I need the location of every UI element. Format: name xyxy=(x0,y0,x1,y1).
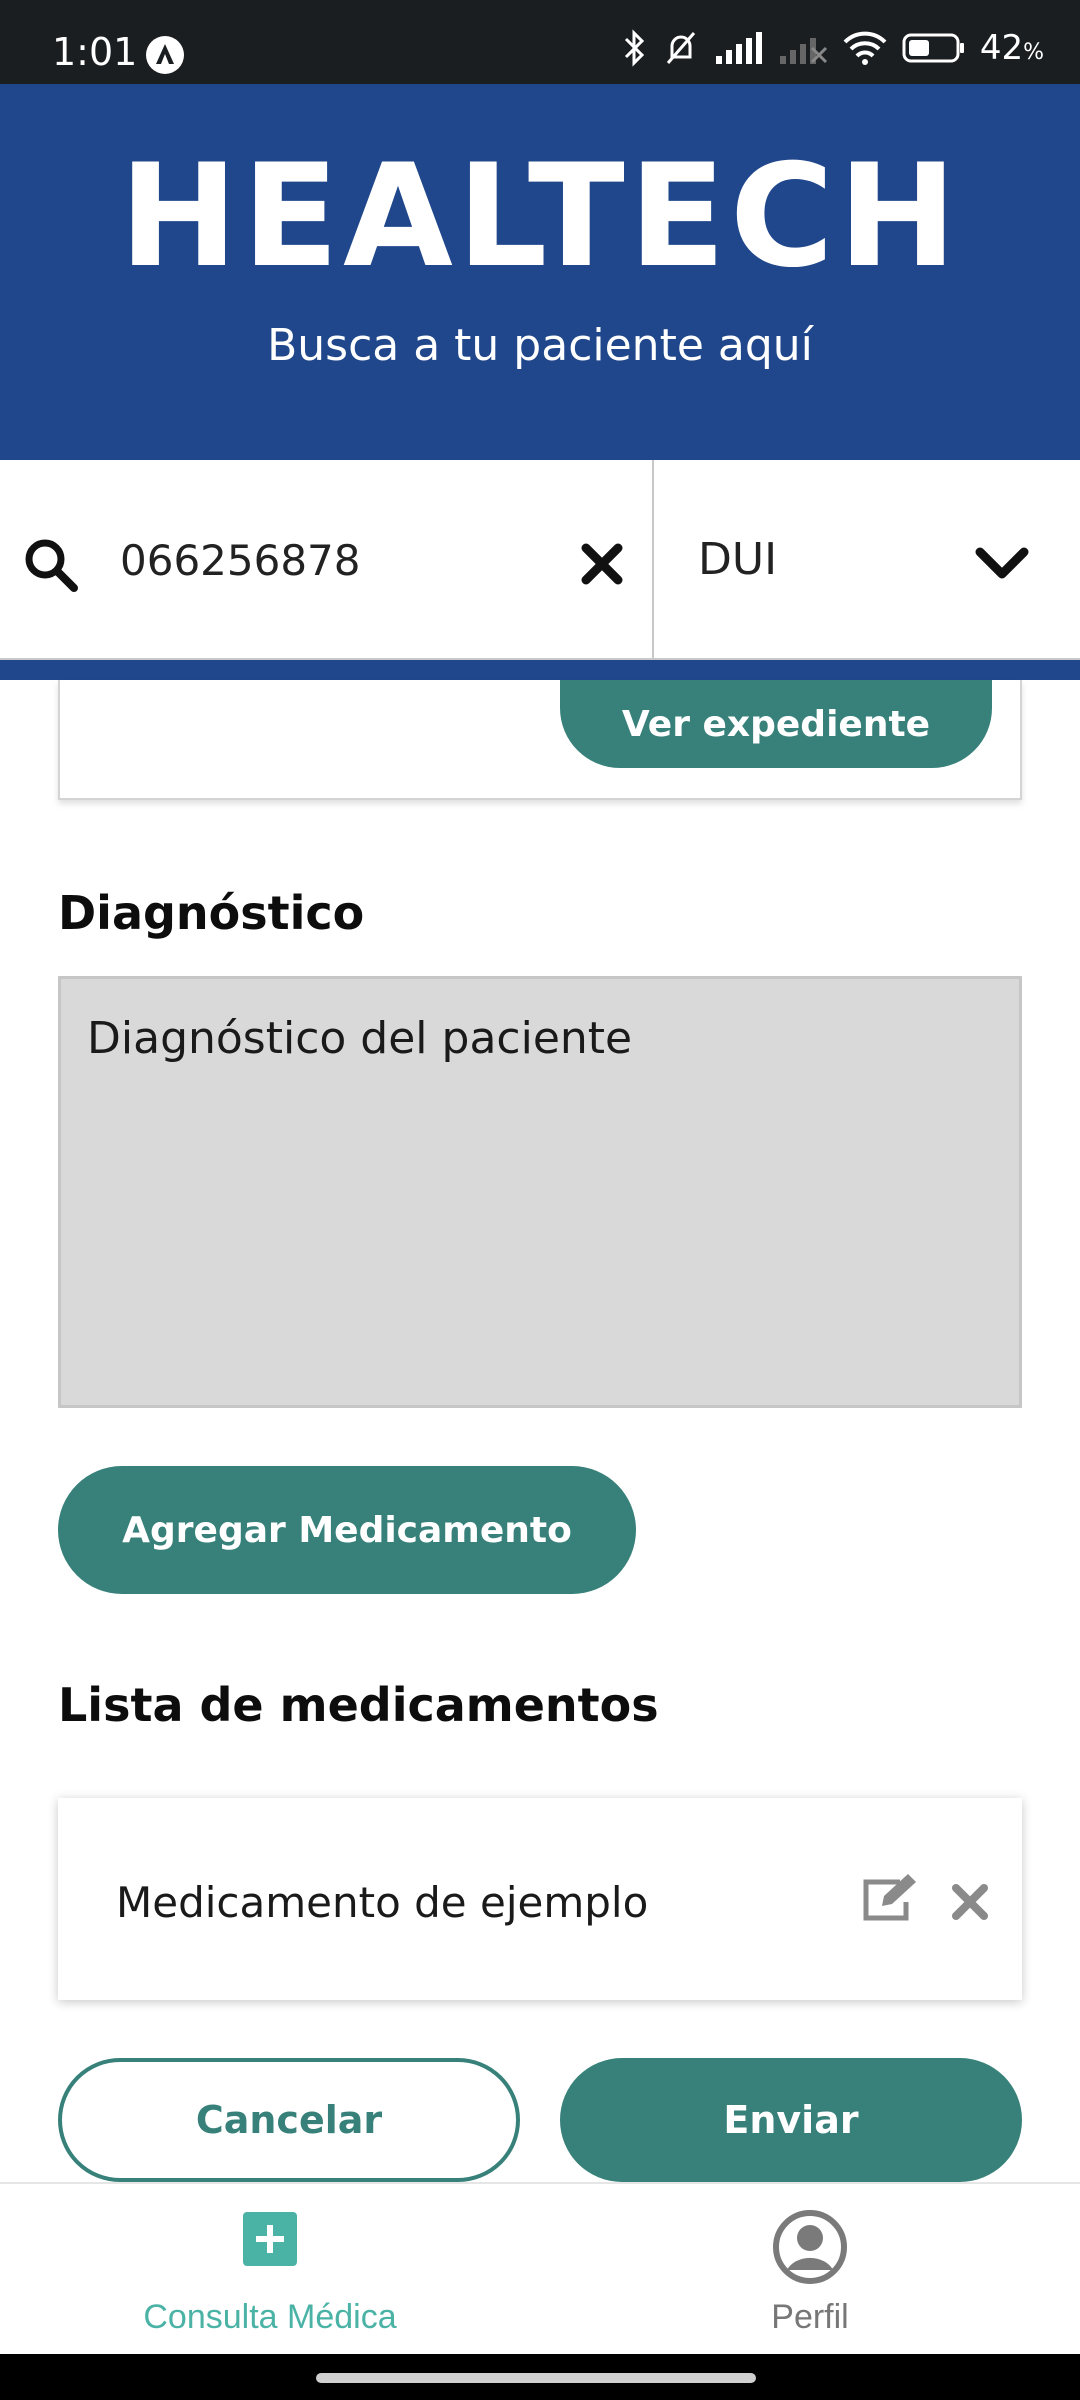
medication-list-title: Lista de medicamentos xyxy=(58,1678,659,1732)
search-icon xyxy=(22,536,80,599)
app-header: HEALTECH Busca a tu paciente aquí xyxy=(0,84,1080,460)
battery-percent: 42% xyxy=(979,28,1044,68)
bottom-navigation: Consulta Médica Perfil xyxy=(0,2182,1080,2354)
app-notification-icon xyxy=(146,36,184,74)
status-bar: 1:01 42% xyxy=(0,0,1080,84)
nav-perfil-label: Perfil xyxy=(771,2298,849,2336)
battery-icon xyxy=(902,33,964,63)
search-bar: 066256878 DUI xyxy=(0,460,1080,660)
view-record-button[interactable]: Ver expediente xyxy=(560,680,992,768)
diagnosis-placeholder: Diagnóstico del paciente xyxy=(87,1013,633,1064)
nav-consulta-medica[interactable]: Consulta Médica xyxy=(0,2184,540,2356)
diagnosis-title: Diagnóstico xyxy=(58,886,365,940)
clear-search-icon[interactable] xyxy=(580,542,624,591)
status-icons: 42% xyxy=(622,28,1044,68)
header-divider xyxy=(0,660,1080,680)
document-type-value: DUI xyxy=(698,534,778,585)
signal-secondary-icon xyxy=(779,38,827,64)
chevron-down-icon xyxy=(974,546,1030,587)
search-input[interactable]: 066256878 xyxy=(0,460,654,660)
document-type-select[interactable]: DUI xyxy=(654,460,1080,660)
header-tagline: Busca a tu paciente aquí xyxy=(267,320,813,371)
system-gesture-bar xyxy=(0,2354,1080,2400)
search-value: 066256878 xyxy=(120,536,361,585)
mute-bell-icon xyxy=(666,32,695,64)
plus-square-icon xyxy=(241,2210,299,2273)
nav-consulta-label: Consulta Médica xyxy=(143,2298,397,2336)
diagnosis-textarea[interactable]: Diagnóstico del paciente xyxy=(58,976,1022,1408)
medication-list-item: Medicamento de ejemplo xyxy=(58,1798,1022,2000)
bluetooth-icon xyxy=(624,29,644,67)
edit-icon[interactable] xyxy=(860,1872,922,1929)
gesture-handle[interactable] xyxy=(316,2373,756,2383)
remove-medication-icon[interactable] xyxy=(950,1882,990,1927)
cancel-button[interactable]: Cancelar xyxy=(58,2058,520,2182)
wifi-icon xyxy=(843,31,887,65)
nav-perfil[interactable]: Perfil xyxy=(540,2184,1080,2356)
send-button[interactable]: Enviar xyxy=(560,2058,1022,2182)
user-circle-icon xyxy=(773,2210,847,2289)
signal-icon xyxy=(715,32,762,64)
medication-name: Medicamento de ejemplo xyxy=(116,1878,649,1927)
brand-logo: HEALTECH xyxy=(119,134,961,299)
status-time: 1:01 xyxy=(52,30,138,74)
add-medication-button[interactable]: Agregar Medicamento xyxy=(58,1466,636,1594)
